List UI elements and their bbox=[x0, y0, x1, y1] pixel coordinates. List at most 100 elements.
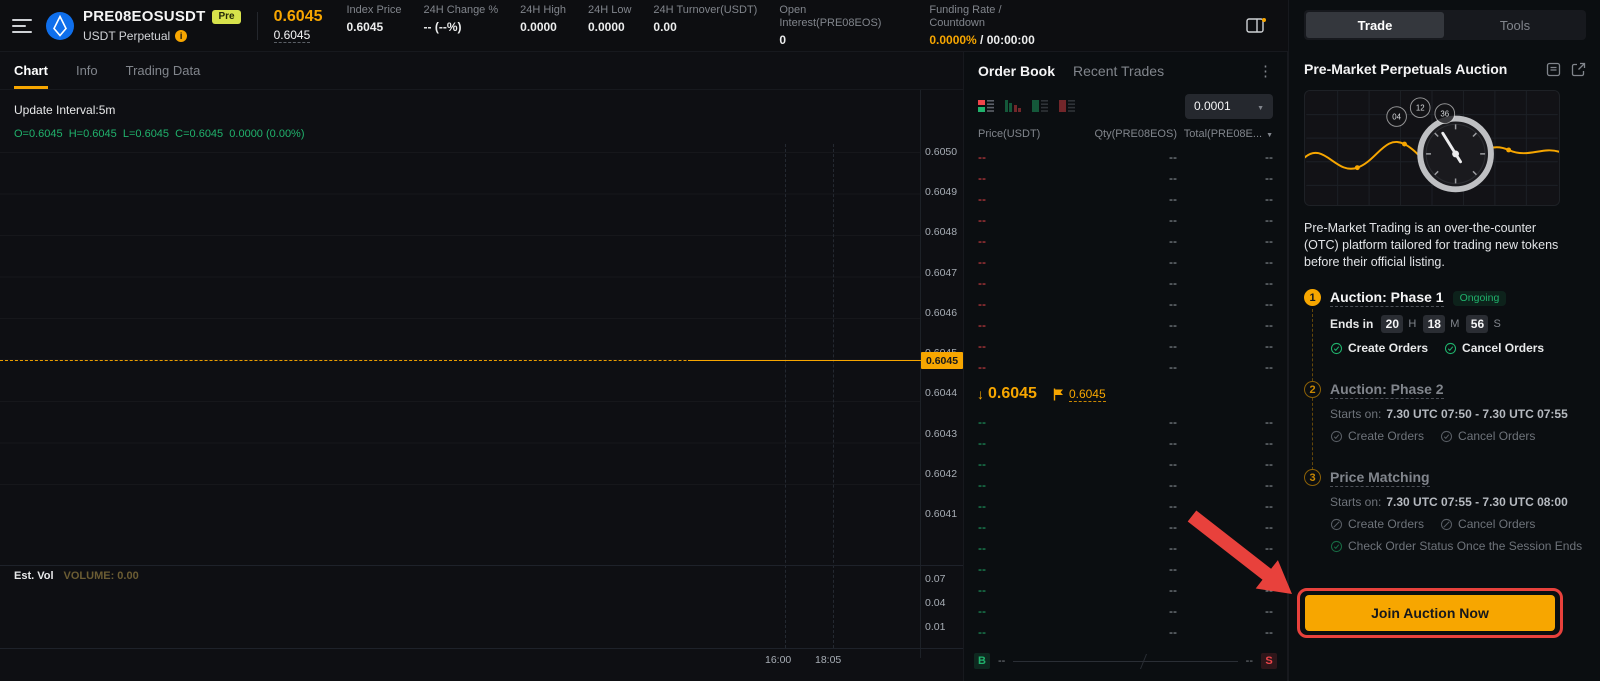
vertical-grid-line bbox=[785, 144, 786, 648]
tab-recent-trades[interactable]: Recent Trades bbox=[1073, 63, 1164, 79]
ask-row[interactable]: -- -- -- bbox=[964, 314, 1287, 335]
market-stats: Index Price 0.6045 24H Change % -- (--%)… bbox=[347, 4, 908, 47]
mid-price[interactable]: 0.6045 bbox=[988, 385, 1037, 403]
phase1-number: 1 bbox=[1304, 289, 1321, 306]
chevron-down-icon bbox=[1266, 128, 1273, 140]
check-circle-icon bbox=[1444, 342, 1457, 355]
gauge-graphic bbox=[1420, 119, 1491, 190]
ends-in-label: Ends in bbox=[1330, 317, 1373, 331]
volume-axis-label: 0.04 bbox=[925, 598, 945, 609]
cancel-orders-permission: Cancel Orders bbox=[1444, 341, 1544, 355]
bid-row[interactable]: -- -- -- bbox=[964, 516, 1287, 537]
panel-title: Pre-Market Perpetuals Auction bbox=[1304, 61, 1507, 77]
bid-row[interactable]: -- -- -- bbox=[964, 600, 1287, 621]
tick-size-select[interactable]: 0.0001 bbox=[1185, 94, 1273, 119]
price-axis[interactable]: 0.60500.60490.60480.60470.60460.60450.60… bbox=[925, 147, 963, 520]
bid-row[interactable]: -- -- -- bbox=[964, 453, 1287, 474]
funding-stat: Funding Rate / Countdown 0.0000% / 00:00… bbox=[929, 4, 1057, 47]
bid-row[interactable]: -- -- -- bbox=[964, 495, 1287, 516]
funding-countdown: / 00:00:00 bbox=[977, 33, 1035, 47]
ask-row[interactable]: -- -- -- bbox=[964, 335, 1287, 356]
tab-chart[interactable]: Chart bbox=[14, 63, 48, 78]
ask-row[interactable]: -- -- -- bbox=[964, 209, 1287, 230]
price-axis-label: 0.6050 bbox=[925, 147, 963, 158]
col-qty: Qty(PRE08EOS) bbox=[1064, 128, 1177, 140]
market-stat: Index Price 0.6045 bbox=[347, 4, 402, 34]
bid-row[interactable]: -- -- -- bbox=[964, 432, 1287, 453]
bid-row[interactable]: -- -- -- bbox=[964, 537, 1287, 558]
menu-icon[interactable] bbox=[12, 18, 32, 34]
ask-row[interactable]: -- -- -- bbox=[964, 293, 1287, 314]
create-orders-disabled: Create Orders bbox=[1330, 517, 1424, 531]
panel-layout-toggle-icon[interactable] bbox=[1246, 17, 1266, 35]
flag-icon bbox=[1053, 388, 1064, 401]
market-stat: 24H Low 0.0000 bbox=[588, 4, 631, 34]
symbol-block[interactable]: PRE08EOSUSDT Pre USDT Perpetual bbox=[83, 8, 241, 43]
chart-canvas[interactable]: Update Interval:5m O=0.6045 H=0.6045 L=0… bbox=[0, 90, 963, 681]
volume-axis[interactable]: 0.070.040.01 bbox=[925, 574, 945, 633]
pane-divider[interactable] bbox=[0, 565, 963, 566]
order-book-panel: Order Book Recent Trades 0.0001 Price(US… bbox=[964, 52, 1288, 681]
price-block: 0.6045 0.6045 bbox=[274, 8, 323, 43]
bids-list: -- -- -- -- -- -- -- -- -- -- -- -- bbox=[964, 411, 1287, 642]
price-axis-label: 0.6048 bbox=[925, 227, 963, 238]
phase-2: 2 Auction: Phase 2 Starts on:7.30 UTC 07… bbox=[1330, 381, 1586, 443]
create-orders-permission: Create Orders bbox=[1330, 429, 1424, 443]
chevron-down-icon bbox=[1257, 99, 1264, 113]
ask-row[interactable]: -- -- -- bbox=[964, 251, 1287, 272]
view-asks-only-icon[interactable] bbox=[1059, 100, 1075, 112]
bid-row[interactable]: -- -- -- bbox=[964, 474, 1287, 495]
market-stat: 24H Turnover(USDT) 0.00 bbox=[653, 4, 757, 34]
tab-trading-data[interactable]: Trading Data bbox=[126, 63, 201, 78]
bid-row[interactable]: -- -- -- bbox=[964, 558, 1287, 579]
ask-row[interactable]: -- -- -- bbox=[964, 167, 1287, 188]
price-axis-line bbox=[920, 90, 921, 658]
tab-info[interactable]: Info bbox=[76, 63, 98, 78]
price-direction-arrow-icon: ↓ bbox=[977, 386, 984, 402]
info-icon[interactable] bbox=[175, 30, 187, 42]
minutes-box: 18 bbox=[1423, 315, 1445, 333]
external-link-icon[interactable] bbox=[1571, 62, 1586, 77]
banner-graphic: 04 12 36 bbox=[1305, 91, 1559, 205]
auction-phases: 1 Auction: Phase 1 Ongoing Ends in 20 H … bbox=[1304, 289, 1586, 553]
ask-row[interactable]: -- -- -- bbox=[964, 272, 1287, 293]
view-depth-icon[interactable] bbox=[1005, 100, 1021, 112]
ask-row[interactable]: -- -- -- bbox=[964, 356, 1287, 377]
hours-box: 20 bbox=[1381, 315, 1403, 333]
orders-list-icon[interactable] bbox=[1546, 62, 1561, 77]
ask-row[interactable]: -- -- -- bbox=[964, 188, 1287, 209]
divider bbox=[257, 12, 258, 40]
seconds-box: 56 bbox=[1466, 315, 1488, 333]
ask-row[interactable]: -- -- -- bbox=[964, 230, 1287, 251]
tab-trade[interactable]: Trade bbox=[1306, 12, 1444, 38]
slash-circle-icon bbox=[1330, 518, 1343, 531]
last-price: 0.6045 bbox=[274, 8, 323, 25]
view-both-sides-icon[interactable] bbox=[978, 100, 994, 112]
symbol-name[interactable]: PRE08EOSUSDT bbox=[83, 8, 205, 25]
tab-tools[interactable]: Tools bbox=[1446, 12, 1584, 38]
buy-sell-ratio: B -- -- S bbox=[964, 649, 1287, 673]
phase1-countdown: Ends in 20 H 18 M 56 S bbox=[1330, 315, 1586, 333]
view-bids-only-icon[interactable] bbox=[1032, 100, 1048, 112]
bid-row[interactable]: -- -- -- bbox=[964, 621, 1287, 642]
cancel-orders-permission: Cancel Orders bbox=[1440, 429, 1535, 443]
chart-tabs: Chart Info Trading Data bbox=[0, 52, 963, 90]
phase-3: 3 Price Matching Starts on:7.30 UTC 07:5… bbox=[1330, 469, 1586, 553]
join-auction-button[interactable]: Join Auction Now bbox=[1305, 595, 1555, 631]
phase3-title[interactable]: Price Matching bbox=[1330, 469, 1430, 487]
check-circle-icon bbox=[1440, 430, 1453, 443]
more-options-icon[interactable] bbox=[1258, 62, 1273, 80]
ask-row[interactable]: -- -- -- bbox=[964, 146, 1287, 167]
phase2-title[interactable]: Auction: Phase 2 bbox=[1330, 381, 1444, 399]
mark-price[interactable]: 0.6045 bbox=[274, 28, 311, 43]
sell-ratio-value: -- bbox=[1246, 655, 1253, 667]
bid-row[interactable]: -- -- -- bbox=[964, 411, 1287, 432]
mark-price-value[interactable]: 0.6045 bbox=[1069, 387, 1106, 402]
phase1-title[interactable]: Auction: Phase 1 bbox=[1330, 289, 1444, 307]
create-orders-permission: Create Orders bbox=[1330, 341, 1428, 355]
col-total[interactable]: Total(PRE08E... bbox=[1177, 128, 1273, 140]
time-axis-line bbox=[0, 648, 963, 649]
tab-order-book[interactable]: Order Book bbox=[978, 63, 1055, 79]
check-order-status-permission: Check Order Status Once the Session Ends bbox=[1330, 539, 1582, 553]
bid-row[interactable]: -- -- -- bbox=[964, 579, 1287, 600]
